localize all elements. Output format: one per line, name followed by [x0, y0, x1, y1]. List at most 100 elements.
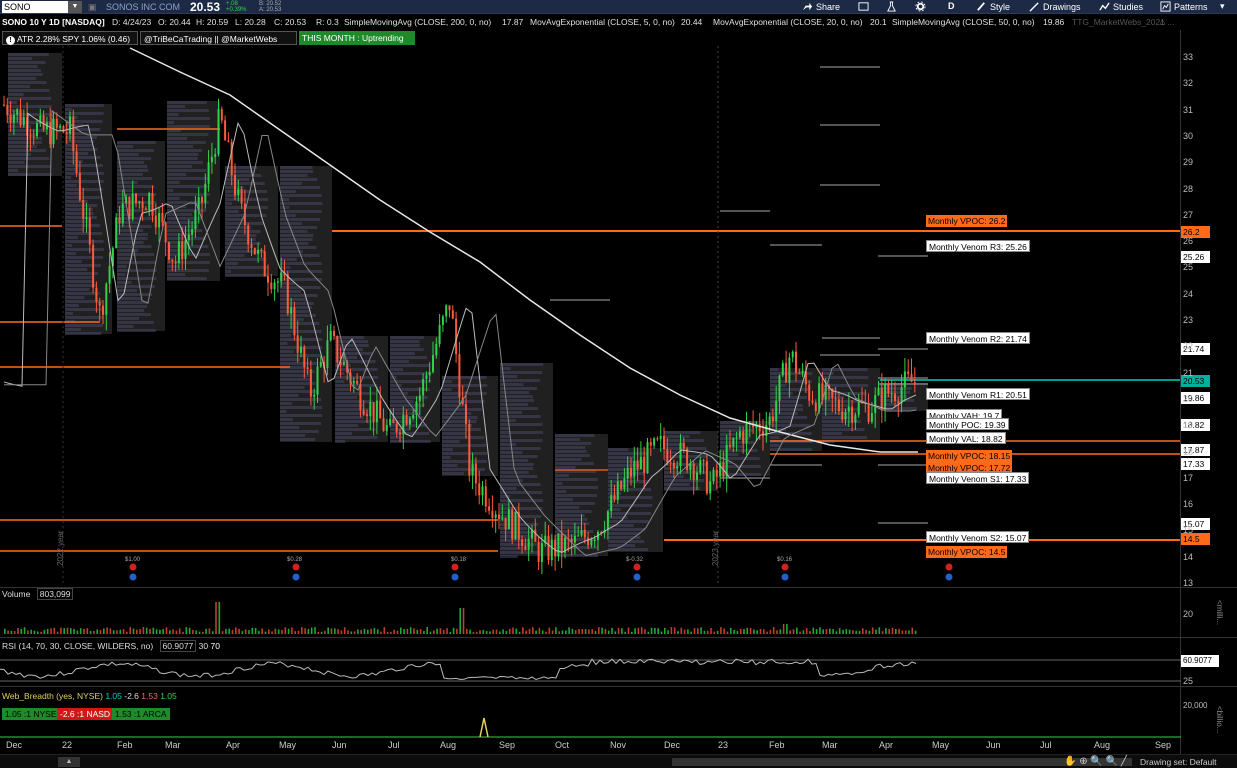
candle-body [679, 442, 682, 467]
volume-bar [287, 628, 290, 634]
time-axis-tick: Apr [226, 740, 241, 750]
drawings-button[interactable]: Drawings [1029, 1, 1081, 12]
volume-bar [578, 628, 580, 634]
style-button[interactable]: Style [976, 1, 1010, 12]
profile-bar [65, 324, 104, 327]
profile-bar [500, 551, 540, 554]
candle-body [504, 517, 507, 530]
candle-body [478, 483, 481, 496]
volume-bar [446, 628, 448, 634]
draw-line-icon[interactable]: ╱ [1121, 756, 1127, 767]
profile-bar [555, 438, 580, 441]
ema20-label[interactable]: MovAvgExponential (CLOSE, 20, 0, no) [713, 17, 863, 27]
volume-bar [129, 627, 131, 634]
more-icon: ▾ [1220, 1, 1225, 11]
volume-bar [228, 628, 230, 634]
candle-body [672, 462, 675, 469]
more-button[interactable]: ▾ [1220, 1, 1225, 12]
profile-bar [335, 416, 364, 419]
detach-button[interactable] [858, 1, 869, 12]
profile-bar [664, 431, 701, 434]
volume-bar [660, 631, 663, 634]
aggregation-button[interactable]: D [948, 1, 955, 11]
price-label: 25.26 [1181, 251, 1210, 263]
drawing-set-label[interactable]: Drawing set: Default [1140, 757, 1217, 767]
profile-bar [225, 274, 268, 277]
price-chart[interactable] [0, 46, 1181, 586]
bell-icon[interactable]: ⌂ [1160, 17, 1165, 27]
candle-body [712, 469, 715, 482]
profile-bar [65, 308, 104, 311]
change-percent: +0.39% [226, 7, 247, 13]
profile-bar [167, 125, 210, 128]
candle-body [405, 414, 408, 425]
share-button[interactable]: Share [802, 1, 840, 12]
volume-bar [198, 631, 201, 634]
volume-bar [541, 630, 544, 634]
profile-bar [167, 245, 209, 248]
profile-bar [8, 101, 17, 104]
profile-bar [555, 482, 563, 485]
profile-bar [442, 440, 460, 443]
volume-bar [805, 628, 808, 634]
profile-bar [500, 495, 511, 498]
rsi-line [0, 658, 917, 681]
crosshair-icon[interactable]: ⊕ [1079, 756, 1087, 767]
company-name: SONOS INC COM [106, 2, 181, 12]
hand-icon[interactable]: ✋ [1064, 756, 1076, 767]
volume-bar [109, 628, 112, 634]
settings-button[interactable] [915, 1, 926, 12]
volume-bar [337, 629, 339, 634]
volume-bar [433, 630, 435, 634]
ema5-label[interactable]: MovAvgExponential (CLOSE, 5, 0, no) [530, 17, 675, 27]
volume-bar [848, 629, 851, 634]
profile-bar [720, 445, 745, 448]
volume-bar [185, 627, 188, 634]
symbol-input[interactable]: SONO ▼ [2, 1, 82, 13]
sma200-label[interactable]: SimpleMovingAvg (CLOSE, 200, 0, no) [344, 17, 491, 27]
profile-bar [608, 460, 645, 463]
profile-bar [822, 404, 851, 407]
event-label: $-0.32 [626, 557, 644, 563]
profile-bar [390, 392, 408, 395]
volume-bar [208, 628, 211, 634]
volume-bar [914, 630, 917, 634]
candle-body [115, 217, 118, 249]
expand-up-icon[interactable]: ▲ [58, 757, 80, 767]
profile-bar [167, 277, 207, 280]
profile-bar [167, 145, 194, 148]
candle-body [554, 539, 557, 557]
profile-bar [555, 490, 567, 493]
zoom-in-icon[interactable]: 🔍 [1090, 756, 1102, 767]
volume-bar [627, 627, 630, 634]
ttg-label[interactable]: TTG_MarketWebs_2021 ... [1072, 17, 1174, 27]
profile-bar [442, 468, 486, 471]
patterns-button[interactable]: Patterns [1160, 1, 1208, 12]
volume-bar [690, 631, 692, 634]
candle-body [735, 437, 738, 439]
link-icon: ▣ [88, 2, 97, 12]
profile-bar [822, 372, 834, 375]
studies-label: Studies [1113, 1, 1144, 12]
candle-body [484, 486, 487, 507]
studies-button[interactable]: Studies [1099, 1, 1143, 12]
candle-body [501, 517, 504, 520]
flask-button[interactable] [886, 1, 897, 12]
time-axis-tick: Oct [555, 740, 570, 750]
candle-body [663, 435, 665, 450]
volume-bar [766, 631, 768, 634]
profile-bar [280, 414, 323, 417]
zoom-out-icon[interactable]: 🔍 [1106, 756, 1118, 767]
candle-body [633, 461, 636, 477]
candle-body [359, 383, 362, 411]
candle-body [699, 460, 702, 473]
symbol-dropdown-caret-icon[interactable]: ▼ [68, 1, 82, 13]
sma50-label[interactable]: SimpleMovingAvg (CLOSE, 50, 0, no) [892, 17, 1035, 27]
profile-bar [608, 520, 649, 523]
volume-bar [898, 628, 900, 634]
profile-bar [117, 265, 127, 268]
candle-body [577, 535, 580, 537]
profile-bar [390, 352, 415, 355]
volume-bar [499, 631, 501, 634]
horizontal-scrollbar[interactable] [672, 758, 1132, 766]
